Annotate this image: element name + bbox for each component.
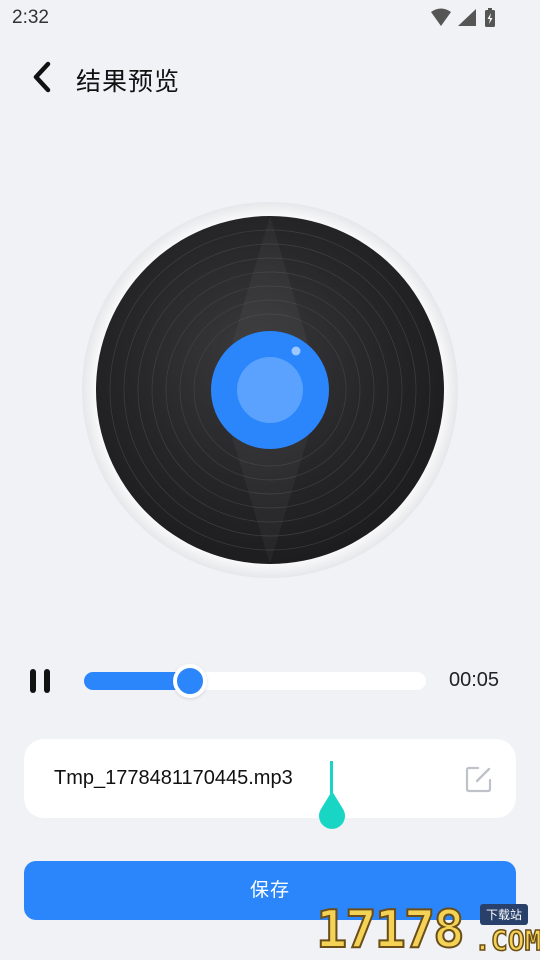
battery-icon <box>485 8 495 27</box>
page-title: 结果预览 <box>76 68 181 96</box>
elapsed-time: 00:05 <box>449 669 500 691</box>
watermark-digits: 17178 <box>315 899 466 960</box>
filename-input-text[interactable]: Tmp_1778481170445.mp3 <box>54 767 293 790</box>
watermark-com: .COM <box>473 923 540 958</box>
disc-label-inner <box>237 357 303 423</box>
progress-slider[interactable] <box>84 664 426 698</box>
vinyl-disc-artwork <box>82 202 458 578</box>
text-cursor <box>330 761 333 795</box>
watermark-tag: 下载站 <box>480 904 529 925</box>
chevron-left-icon <box>33 61 51 93</box>
status-time: 2:32 <box>12 7 49 28</box>
edit-icon[interactable] <box>464 764 494 794</box>
watermark-logo: 17178 下载站 .COM <box>314 899 540 960</box>
disc-spindle-dot <box>291 346 301 356</box>
wifi-icon <box>431 8 451 26</box>
pause-icon <box>30 669 50 693</box>
filename-field[interactable]: Tmp_1778481170445.mp3 <box>24 739 516 829</box>
signal-icon <box>458 9 476 26</box>
pause-button[interactable] <box>24 662 60 700</box>
text-cursor-handle[interactable] <box>314 791 350 833</box>
status-icons <box>430 7 500 29</box>
progress-slider-thumb[interactable] <box>173 664 207 698</box>
back-button[interactable] <box>28 58 62 98</box>
status-bar: 2:32 <box>0 0 540 36</box>
